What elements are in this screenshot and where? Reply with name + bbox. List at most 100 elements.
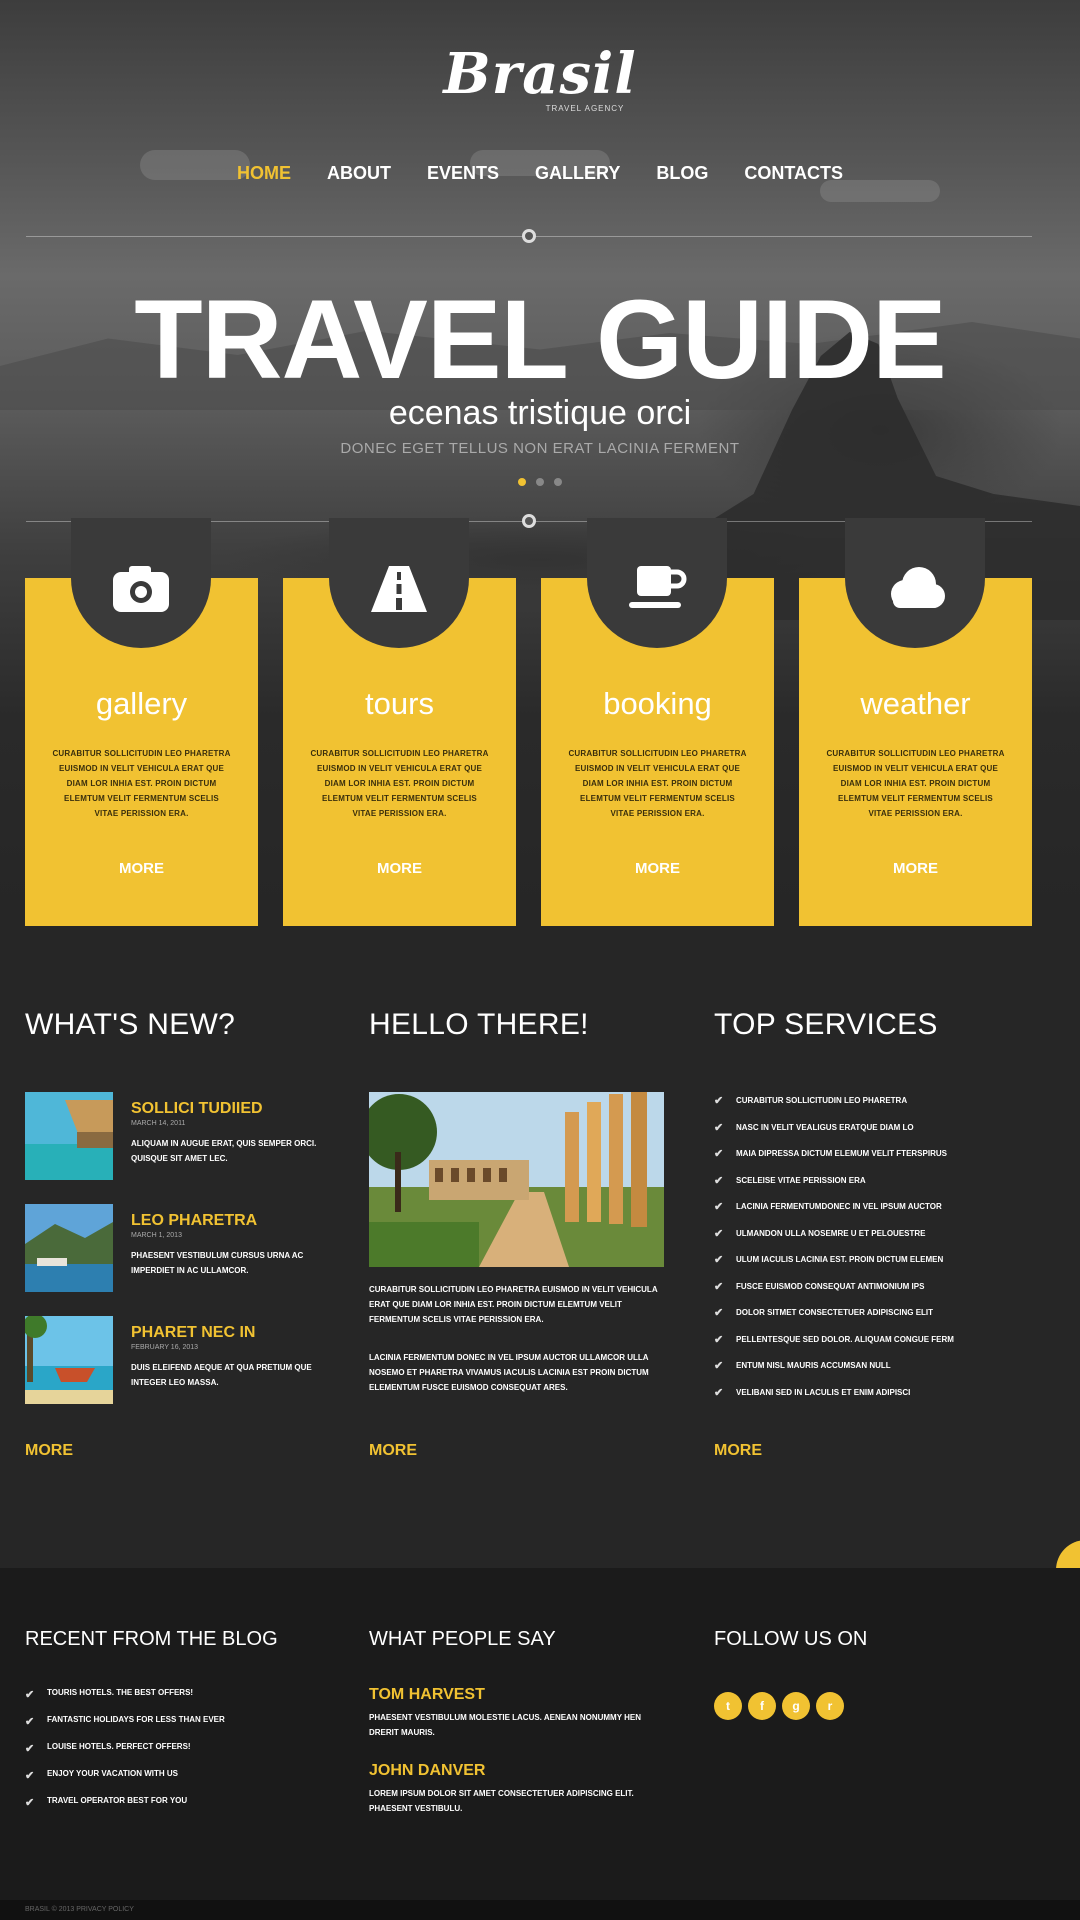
coffee-cup-icon xyxy=(629,566,687,608)
brand-name: Brasil xyxy=(443,41,637,107)
card-more-link[interactable]: MORE xyxy=(541,860,774,877)
news-title[interactable]: SOLLICI TUDIIED xyxy=(131,1100,263,1118)
testimonial-text: LOREM IPSUM DOLOR SIT AMET CONSECTETUER … xyxy=(369,1789,634,1813)
news-date: MARCH 14, 2011 xyxy=(131,1120,186,1127)
hello-paragraph-2: LACINIA FERMENTUM DONEC IN VEL IPSUM AUC… xyxy=(369,1353,649,1392)
card-icon-holder xyxy=(71,518,211,648)
service-item[interactable]: ✔ ULUM IACULIS LACINIA EST. PROIN DICTUM … xyxy=(714,1253,1014,1280)
copyright-text: BRASIL © 2013 PRIVACY POLICY xyxy=(25,1906,134,1913)
hello-section: HELLO THERE! CURABITUR SOLLICITUDIN LEO … xyxy=(369,1008,669,1459)
divider-dot xyxy=(522,229,536,243)
card-more-link[interactable]: MORE xyxy=(25,860,258,877)
news-text: PHAESENT VESTIBULUM CURSUS URNA AC IMPER… xyxy=(131,1251,304,1275)
card-more-link[interactable]: MORE xyxy=(799,860,1032,877)
news-thumbnail xyxy=(25,1316,113,1404)
slider-dot-2[interactable] xyxy=(536,478,544,486)
blog-item[interactable]: ✔ TOURIS HOTELS. THE BEST OFFERS! xyxy=(25,1688,225,1715)
card-text: CURABITUR SOLLICITUDIN LEO PHARETRA EUIS… xyxy=(52,749,231,818)
news-item[interactable]: LEO PHARETRA MARCH 1, 2013 PHAESENT VEST… xyxy=(25,1204,325,1292)
hello-paragraph-1: CURABITUR SOLLICITUDIN LEO PHARETRA EUIS… xyxy=(369,1285,658,1324)
footer-testimonials: WHAT PEOPLE SAY TOM HARVEST PHAESENT VES… xyxy=(369,1628,689,1813)
service-item[interactable]: ✔ FUSCE EUISMOD CONSEQUAT ANTIMONIUM IPS xyxy=(714,1280,1014,1307)
news-title[interactable]: LEO PHARETRA xyxy=(131,1212,257,1230)
divider-dot xyxy=(522,514,536,528)
section-heading: TOP SERVICES xyxy=(714,1008,938,1041)
news-text: DUIS ELEIFEND AEQUE AT QUA PRETIUM QUE I… xyxy=(131,1363,312,1387)
blog-item[interactable]: ✔ TRAVEL OPERATOR BEST FOR YOU xyxy=(25,1796,225,1823)
card-title: weather xyxy=(860,686,971,721)
service-item[interactable]: ✔ NASC IN VELIT VEALIGUS ERATQUE DIAM LO xyxy=(714,1121,1014,1148)
check-icon: ✔ xyxy=(25,1689,35,1701)
testimonial-author[interactable]: JOHN DANVER xyxy=(369,1762,669,1780)
services-list: ✔ CURABITUR SOLLICITUDIN LEO PHARETRA ✔ NA… xyxy=(714,1094,1014,1412)
testimonial: JOHN DANVER LOREM IPSUM DOLOR SIT AMET C… xyxy=(369,1762,669,1816)
check-icon: ✔ xyxy=(714,1148,724,1160)
service-item[interactable]: ✔ SCELEISE VITAE PERISSION ERA xyxy=(714,1174,1014,1201)
google-plus-icon[interactable]: g xyxy=(782,1692,810,1720)
slider-dot-1[interactable] xyxy=(518,478,526,486)
check-icon: ✔ xyxy=(714,1121,724,1134)
blog-item[interactable]: ✔ LOUISE HOTELS. PERFECT OFFERS! xyxy=(25,1742,225,1769)
nav-home[interactable]: HOME xyxy=(237,163,291,184)
news-thumbnail xyxy=(25,1092,113,1180)
feature-cards: gallery CURABITUR SOLLICITUDIN LEO PHARE… xyxy=(25,518,1035,926)
services-more-link[interactable]: MORE xyxy=(714,1442,762,1460)
blog-list: ✔ TOURIS HOTELS. THE BEST OFFERS! ✔ FANTAS… xyxy=(25,1688,225,1823)
card-more-link[interactable]: MORE xyxy=(283,860,516,877)
news-item[interactable]: SOLLICI TUDIIED MARCH 14, 2011 ALIQUAM I… xyxy=(25,1092,325,1180)
service-item[interactable]: ✔ LACINIA FERMENTUMDONEC IN VEL IPSUM AUC… xyxy=(714,1200,1014,1227)
testimonial-text: PHAESENT VESTIBULUM MOLESTIE LACUS. AENE… xyxy=(369,1713,642,1737)
rss-icon[interactable]: r xyxy=(816,1692,844,1720)
nav-events[interactable]: EVENTS xyxy=(427,163,499,184)
news-date: FEBRUARY 16, 2013 xyxy=(131,1344,199,1351)
whats-new-more-link[interactable]: MORE xyxy=(25,1442,73,1460)
footer-blog: RECENT FROM THE BLOG ✔ TOURIS HOTELS. THE… xyxy=(25,1628,345,1809)
card-text: CURABITUR SOLLICITUDIN LEO PHARETRA EUIS… xyxy=(826,749,1005,818)
check-icon: ✔ xyxy=(714,1333,724,1346)
card-text: CURABITUR SOLLICITUDIN LEO PHARETRA EUIS… xyxy=(310,749,489,818)
card-weather: weather CURABITUR SOLLICITUDIN LEO PHARE… xyxy=(799,518,1032,926)
nav-contacts[interactable]: CONTACTS xyxy=(744,163,843,184)
slider-dot-3[interactable] xyxy=(554,478,562,486)
check-icon: ✔ xyxy=(25,1797,35,1809)
hello-more-link[interactable]: MORE xyxy=(369,1442,417,1460)
nav-gallery[interactable]: GALLERY xyxy=(535,163,620,184)
service-item[interactable]: ✔ CURABITUR SOLLICITUDIN LEO PHARETRA xyxy=(714,1094,1014,1121)
hero-caption: DONEC EGET TELLUS NON ERAT LACINIA FERME… xyxy=(340,440,740,457)
service-item[interactable]: ✔ MAIA DIPRESSA DICTUM ELEMUM VELIT FTERS… xyxy=(714,1147,1014,1174)
card-text: CURABITUR SOLLICITUDIN LEO PHARETRA EUIS… xyxy=(568,749,747,818)
news-date: MARCH 1, 2013 xyxy=(131,1232,182,1239)
service-item[interactable]: ✔ PELLENTESQUE SED DOLOR. ALIQUAM CONGUE … xyxy=(714,1333,1014,1360)
news-title[interactable]: PHARET NEC IN xyxy=(131,1324,255,1342)
hero-title: TRAVEL GUIDE xyxy=(134,277,946,402)
testimonial-author[interactable]: TOM HARVEST xyxy=(369,1686,669,1704)
colosseum-photo xyxy=(369,1092,664,1267)
twitter-icon[interactable]: t xyxy=(714,1692,742,1720)
section-heading: HELLO THERE! xyxy=(369,1008,589,1041)
check-icon: ✔ xyxy=(714,1386,724,1399)
card-gallery: gallery CURABITUR SOLLICITUDIN LEO PHARE… xyxy=(25,518,258,926)
service-item[interactable]: ✔ ENTUM NISL MAURIS ACCUMSAN NULL xyxy=(714,1359,1014,1386)
check-icon: ✔ xyxy=(714,1280,724,1293)
main-nav: HOME ABOUT EVENTS GALLERY BLOG CONTACTS xyxy=(0,163,1080,184)
brand-logo[interactable]: Brasil TRAVEL AGENCY xyxy=(0,44,1080,113)
cloud-icon xyxy=(891,567,945,608)
nav-blog[interactable]: BLOG xyxy=(656,163,708,184)
card-icon-holder xyxy=(587,518,727,648)
news-text: ALIQUAM IN AUGUE ERAT, QUIS SEMPER ORCI.… xyxy=(131,1139,317,1163)
card-icon-holder xyxy=(845,518,985,648)
social-links: t f g r xyxy=(714,1692,844,1720)
check-icon: ✔ xyxy=(714,1227,724,1240)
service-item[interactable]: ✔ VELIBANI SED IN LACULIS ET ENIM ADIPISC… xyxy=(714,1386,1014,1413)
check-icon: ✔ xyxy=(714,1201,724,1213)
news-item[interactable]: PHARET NEC IN FEBRUARY 16, 2013 DUIS ELE… xyxy=(25,1316,325,1404)
nav-about[interactable]: ABOUT xyxy=(327,163,391,184)
service-item[interactable]: ✔ ULMANDON ULLA NOSEMRE U ET PELOUESTRE xyxy=(714,1227,1014,1254)
blog-item[interactable]: ✔ ENJOY YOUR VACATION WITH US xyxy=(25,1769,225,1796)
check-icon: ✔ xyxy=(714,1254,724,1266)
road-icon xyxy=(371,566,427,612)
service-item[interactable]: ✔ DOLOR SITMET CONSECTETUER ADIPISCING EL… xyxy=(714,1306,1014,1333)
facebook-icon[interactable]: f xyxy=(748,1692,776,1720)
slider-pagination xyxy=(0,478,1080,486)
blog-item[interactable]: ✔ FANTASTIC HOLIDAYS FOR LESS THAN EVER xyxy=(25,1715,225,1742)
